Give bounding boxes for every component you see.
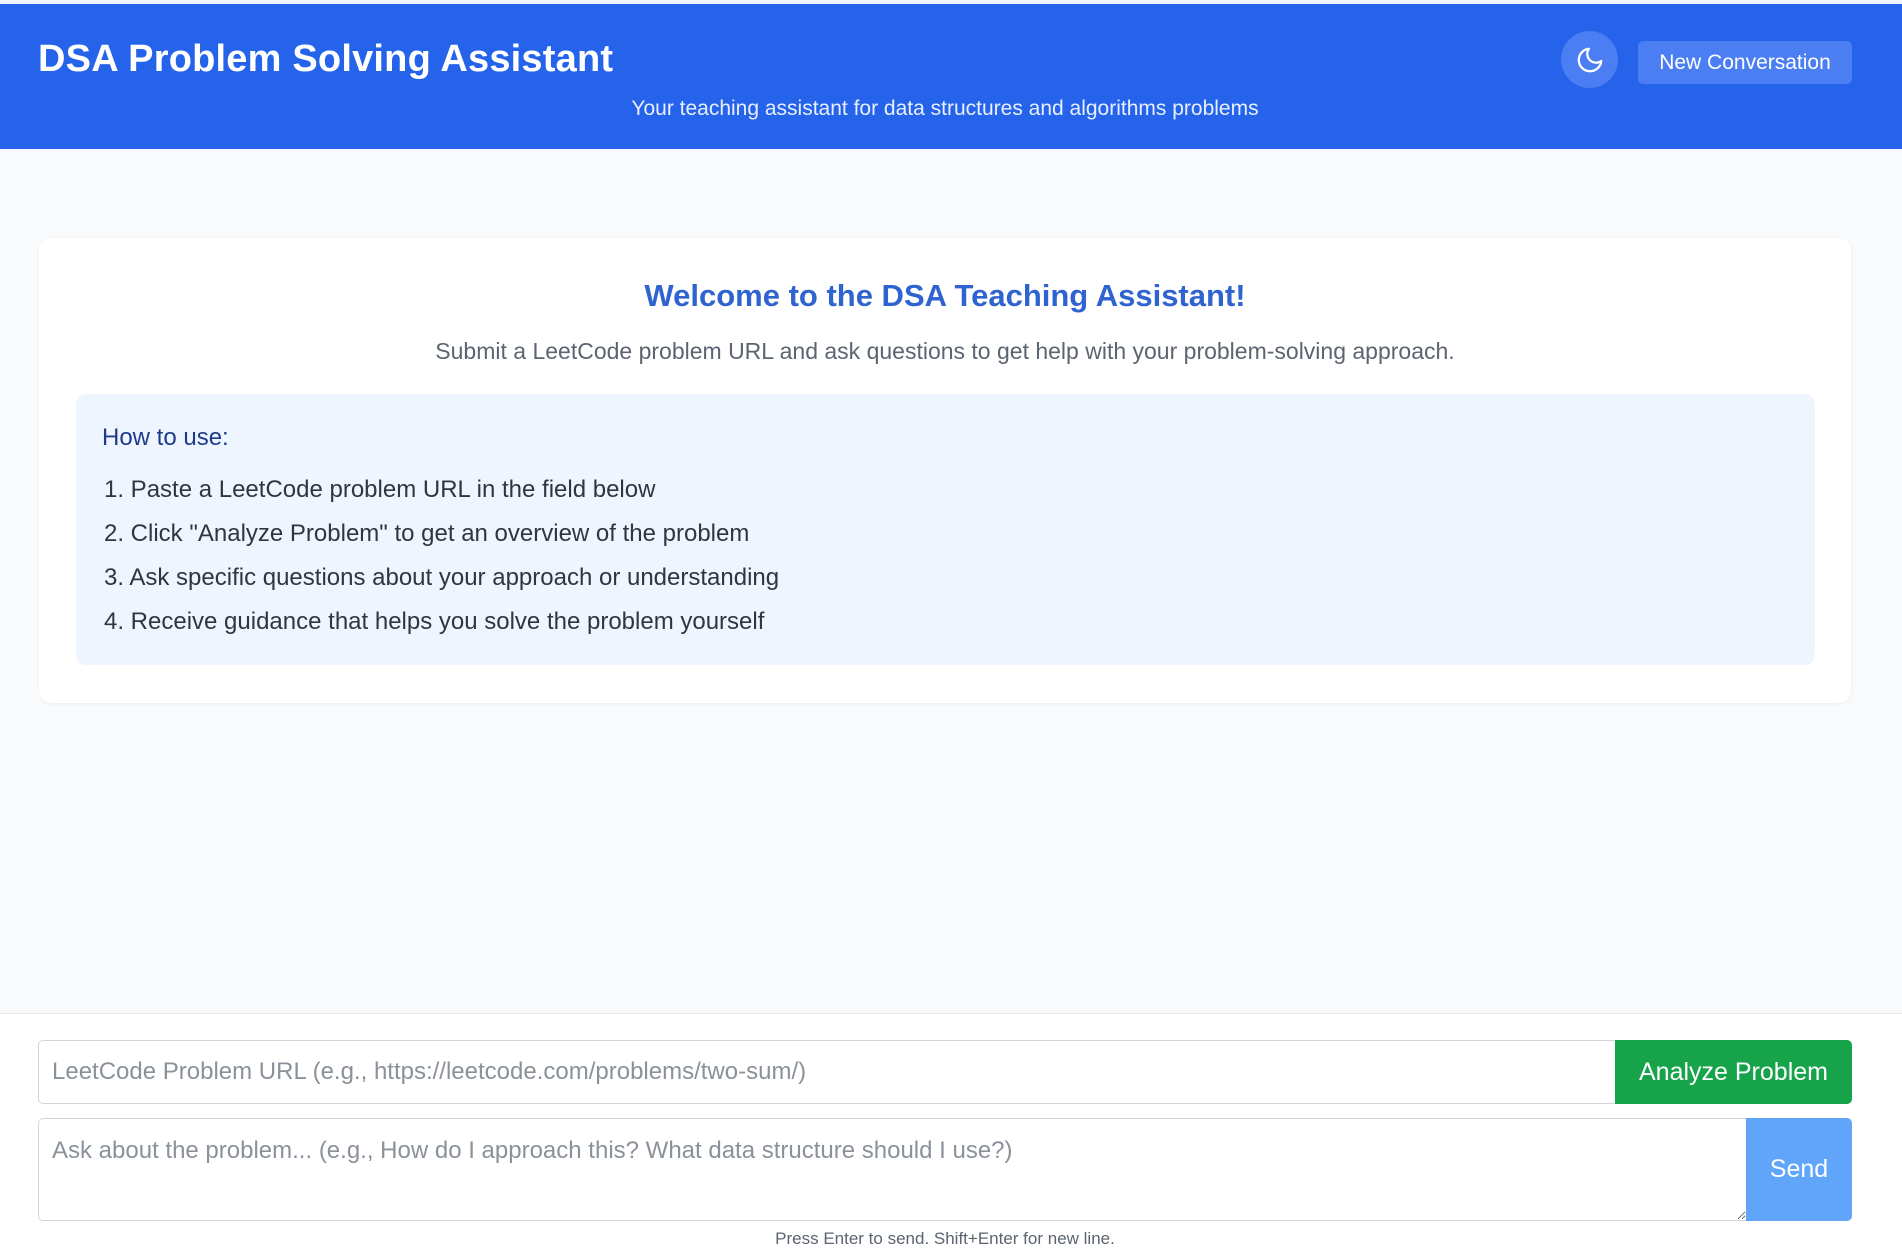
welcome-title: Welcome to the DSA Teaching Assistant! bbox=[644, 278, 1246, 313]
problem-url-input[interactable] bbox=[38, 1040, 1615, 1104]
how-to-step: 3. Ask specific questions about your app… bbox=[104, 564, 780, 591]
input-area: Analyze Problem Send Press Enter to send… bbox=[0, 1013, 1902, 1253]
welcome-card: Welcome to the DSA Teaching Assistant! S… bbox=[39, 238, 1851, 703]
how-to-use-panel: How to use: 1. Paste a LeetCode problem … bbox=[76, 394, 1815, 665]
app-header: DSA Problem Solving Assistant Your teach… bbox=[0, 4, 1902, 149]
app-title: DSA Problem Solving Assistant bbox=[38, 38, 614, 80]
analyze-problem-button[interactable]: Analyze Problem bbox=[1615, 1040, 1852, 1104]
moon-icon bbox=[1577, 47, 1602, 72]
new-conversation-button[interactable]: New Conversation bbox=[1638, 41, 1852, 84]
how-to-use-title: How to use: bbox=[102, 424, 229, 451]
how-to-step: 1. Paste a LeetCode problem URL in the f… bbox=[104, 476, 656, 503]
how-to-step: 4. Receive guidance that helps you solve… bbox=[104, 608, 765, 635]
send-button[interactable]: Send bbox=[1746, 1118, 1852, 1221]
theme-toggle-button[interactable] bbox=[1561, 31, 1618, 88]
how-to-use-steps: 1. Paste a LeetCode problem URL in the f… bbox=[104, 472, 779, 648]
app-subtitle: Your teaching assistant for data structu… bbox=[631, 97, 1259, 120]
question-input[interactable] bbox=[38, 1118, 1746, 1221]
chat-area: Welcome to the DSA Teaching Assistant! S… bbox=[0, 149, 1902, 1013]
keyboard-hint: Press Enter to send. Shift+Enter for new… bbox=[775, 1229, 1115, 1248]
welcome-text: Submit a LeetCode problem URL and ask qu… bbox=[435, 338, 1455, 364]
how-to-step: 2. Click "Analyze Problem" to get an ove… bbox=[104, 520, 750, 547]
